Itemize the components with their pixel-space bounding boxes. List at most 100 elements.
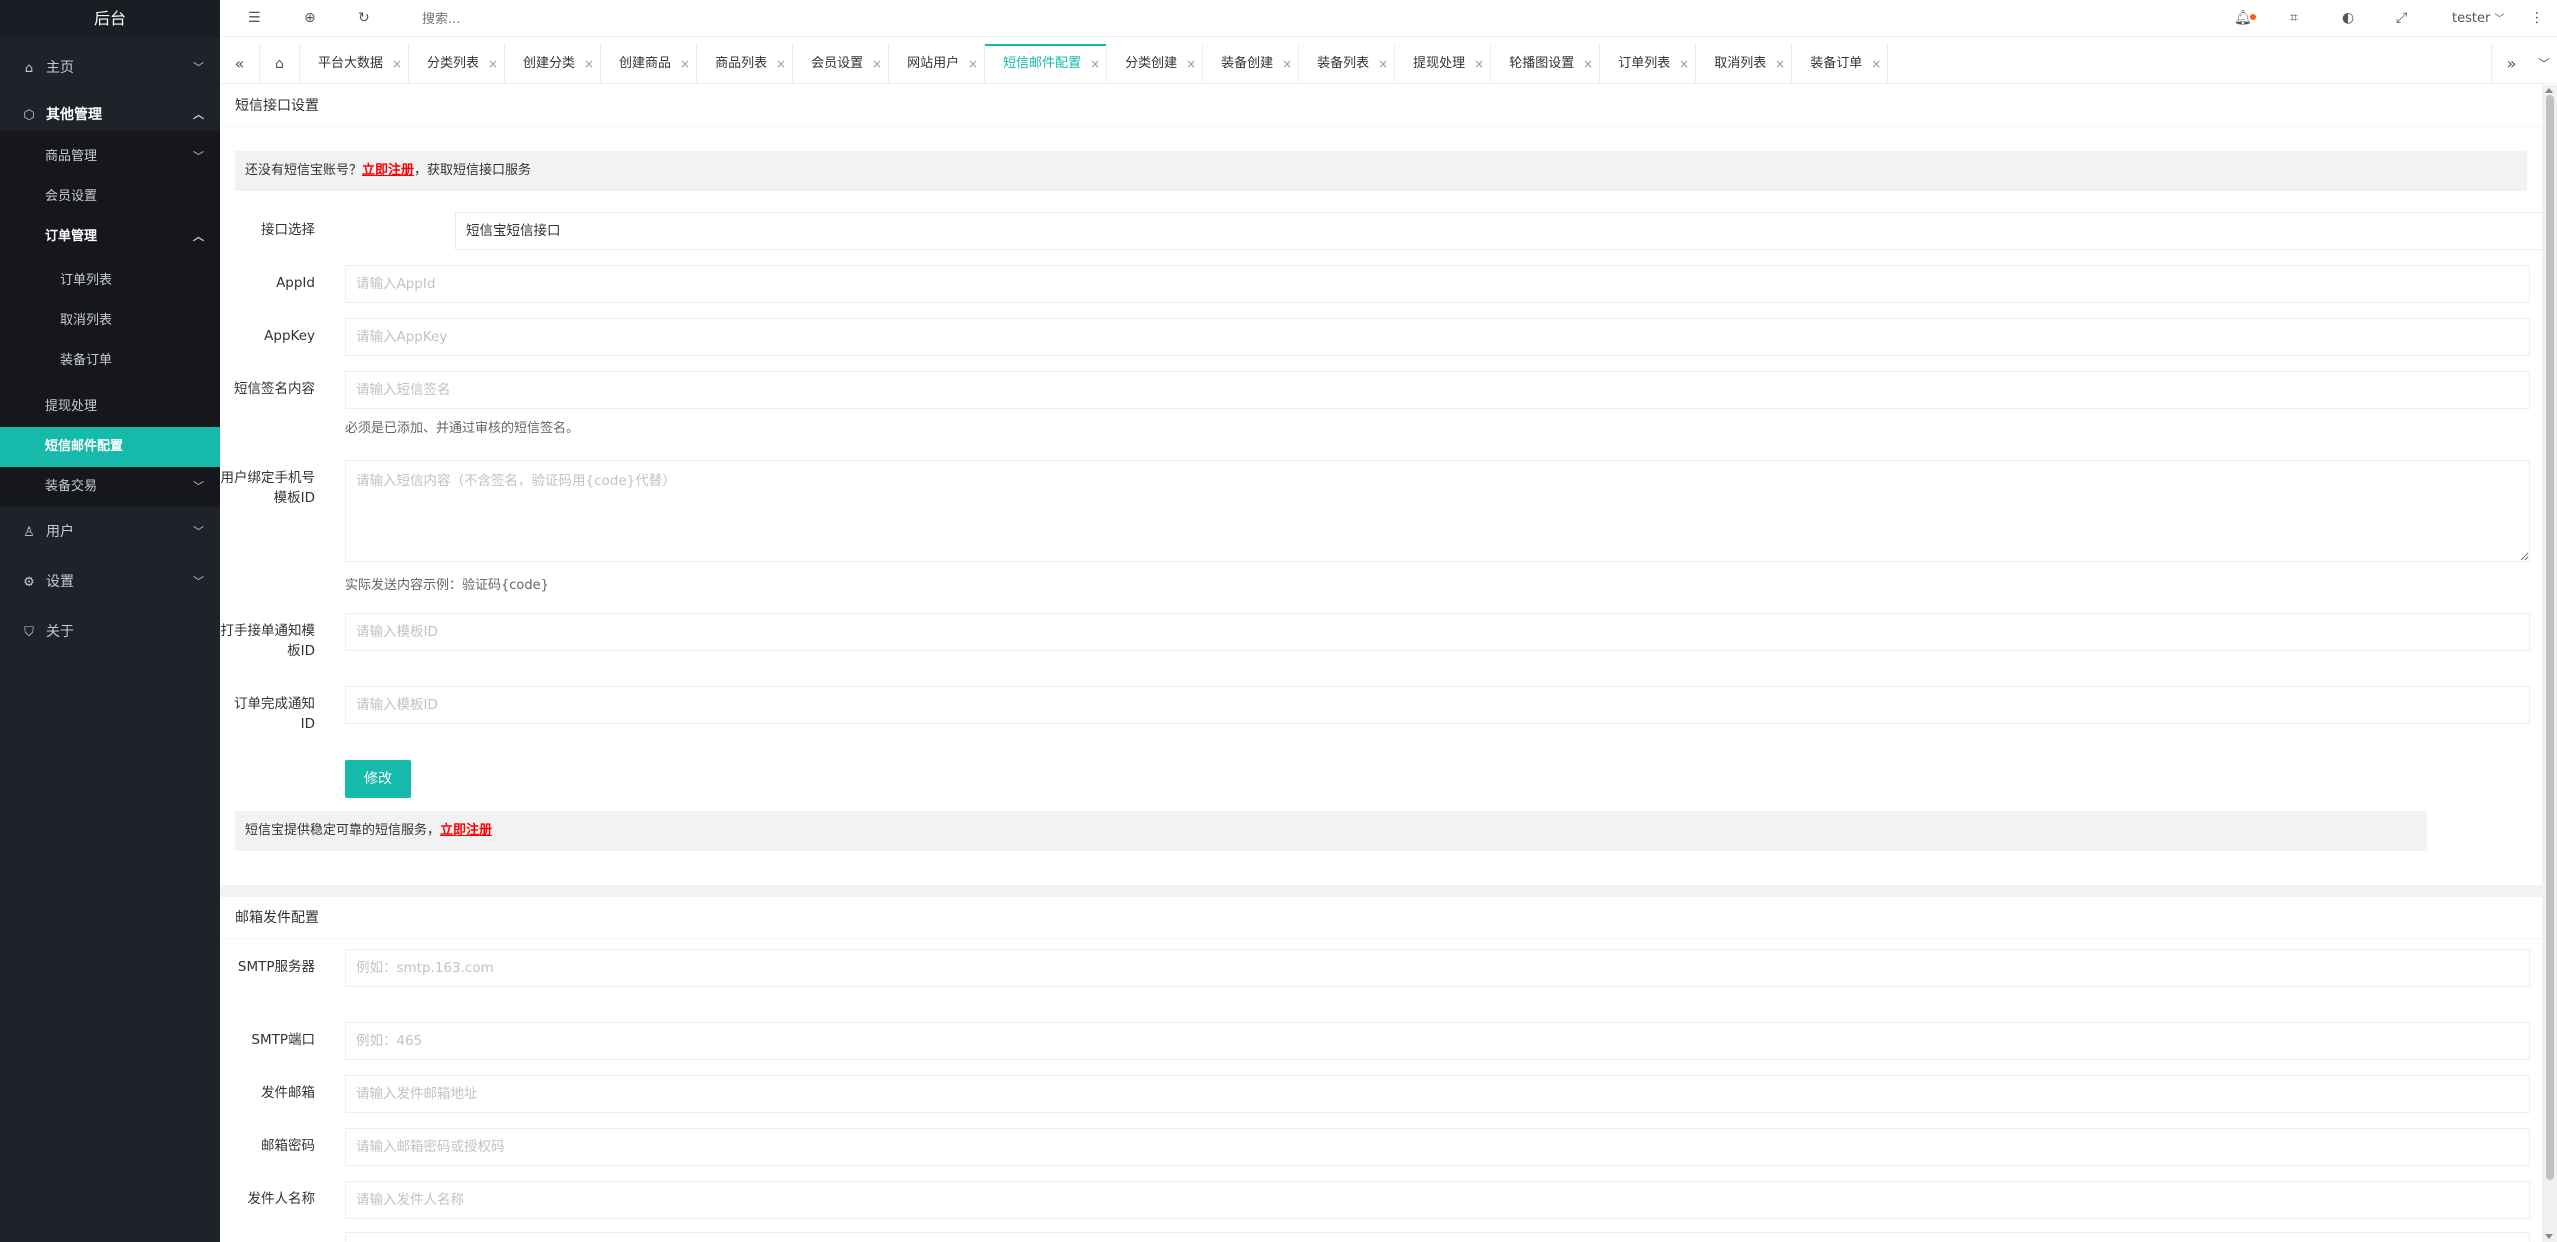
smtp-input[interactable] [345,949,2530,987]
close-icon[interactable]: × [1186,44,1196,84]
tab-2[interactable]: 创建分类 × [505,44,602,84]
tab-label: 装备订单 [1810,56,1863,71]
sidebar-item-about[interactable]: ⛉ 关于 [0,607,220,657]
sidebar: 后台 ⌂ 主页 ﹀ ⬡ 其他管理 ︿ 商品管理 ﹀ 会员设置 订单管理 ︿ 订单列表… [0,0,220,1242]
complete-template-input[interactable] [345,686,2530,724]
tab-5[interactable]: 会员设置 × [793,44,890,84]
appid-input[interactable] [345,265,2530,303]
tabs-scroll-left-icon[interactable]: « [220,44,260,84]
mail-settings-card: 邮箱发件配置 SMTP服务器 SMTP端口 发件邮箱 邮箱密码 发件人名称 [220,897,2542,1242]
close-icon[interactable]: × [584,44,594,84]
notice-text: ，获取短信接口服务 [414,163,532,178]
submit-button[interactable]: 修改 [345,760,411,798]
tab-label: 轮播图设置 [1509,56,1575,71]
tab-label: 分类创建 [1125,56,1178,71]
close-icon[interactable]: × [392,44,402,84]
sidebar-item-label: 订单列表 [60,273,113,288]
theme-icon[interactable]: ◐ [2342,0,2354,37]
tabs-scroll-right-icon[interactable]: » [2491,44,2531,84]
interface-select[interactable]: 短信宝短信接口 [455,212,2557,250]
search-input[interactable] [422,9,622,29]
tag-icon[interactable]: ⌗ [2290,0,2298,37]
tab-14[interactable]: 取消列表 × [1696,44,1793,84]
tab-4[interactable]: 商品列表 × [697,44,794,84]
register-link-footer[interactable]: 立即注册 [440,823,492,838]
tab-10[interactable]: 装备列表 × [1299,44,1396,84]
close-icon[interactable]: × [776,44,786,84]
close-icon[interactable]: × [968,44,978,84]
password-input[interactable] [345,1128,2530,1166]
appkey-label: AppKey [264,328,315,344]
close-icon[interactable]: × [1679,44,1689,84]
tab-6[interactable]: 网站用户 × [889,44,986,84]
tab-0[interactable]: 平台大数据 × [300,44,410,84]
tab-12[interactable]: 轮播图设置 × [1491,44,1601,84]
sms-card-title: 短信接口设置 [220,85,2542,127]
tab-7[interactable]: 短信邮件配置 × [985,44,1108,84]
sidebar-item-sms-mail[interactable]: 短信邮件配置 [0,427,220,467]
user-menu[interactable]: tester ﹀ [2452,0,2504,37]
sidebar-item-orders[interactable]: 订单管理 ︿ [0,217,220,257]
tab-1[interactable]: 分类列表 × [409,44,506,84]
close-icon[interactable]: × [1474,44,1484,84]
refresh-icon[interactable]: ↻ [358,0,370,37]
close-icon[interactable]: × [1871,44,1881,84]
form-row-sign: 短信签名内容 必须是已添加、并通过审核的短信签名。 [220,371,2542,441]
tab-list: 平台大数据 × 分类列表 × 创建分类 × 创建商品 × 商品列表 × 会员设置 × 网站用户 × 短信邮件… [300,44,1889,84]
sidebar-item-equip-trade[interactable]: 装备交易 ﹀ [0,467,220,507]
tab-8[interactable]: 分类创建 × [1107,44,1204,84]
register-link[interactable]: 立即注册 [362,163,414,178]
tab-9[interactable]: 装备创建 × [1203,44,1300,84]
cube-icon: ⬡ [23,108,35,123]
accept-template-input[interactable] [345,613,2530,651]
sign-label: 短信签名内容 [234,381,315,397]
sidebar-item-order-list[interactable]: 订单列表 [0,261,220,301]
port-label: SMTP端口 [251,1032,315,1048]
close-icon[interactable]: × [680,44,690,84]
globe-icon[interactable]: ⊕ [304,0,316,37]
close-icon[interactable]: × [1775,44,1785,84]
bind-template-textarea[interactable] [345,460,2530,562]
sms-footer-notice: 短信宝提供稳定可靠的短信服务，立即注册 [235,811,2427,851]
tab-11[interactable]: 提现处理 × [1395,44,1492,84]
chevron-up-icon: ︿ [193,108,204,121]
sidebar-item-settings[interactable]: ⚙ 设置 ﹀ [0,557,220,607]
next-input-partial[interactable] [345,1232,2530,1242]
tab-13[interactable]: 订单列表 × [1600,44,1697,84]
sidebar-item-equip-order[interactable]: 装备订单 [0,341,220,381]
fullscreen-icon[interactable]: ⤢ [2396,0,2407,37]
sms-settings-card: 短信接口设置 还没有短信宝账号？立即注册，获取短信接口服务 接口选择 短信宝短信… [220,85,2557,885]
close-icon[interactable]: × [1282,44,1292,84]
sidebar-item-member[interactable]: 会员设置 [0,177,220,217]
tab-label: 创建商品 [619,56,672,71]
more-icon[interactable]: ⋮ [2530,0,2544,37]
bell-icon[interactable]: 🔔︎ [2234,0,2256,37]
scroll-down-icon[interactable] [2545,1234,2553,1239]
sign-input[interactable] [345,371,2530,409]
sender-name-input[interactable] [345,1181,2530,1219]
close-icon[interactable]: × [488,44,498,84]
sidebar-item-label: 取消列表 [60,313,113,328]
close-icon[interactable]: × [1583,44,1593,84]
app-logo[interactable]: 后台 [0,0,220,37]
menu-toggle-icon[interactable]: ☰ [248,0,261,37]
sidebar-item-users[interactable]: ♙ 用户 ﹀ [0,507,220,557]
scrollbar-thumb[interactable] [2546,95,2554,1180]
scroll-up-icon[interactable] [2545,88,2553,93]
home-tab-icon[interactable]: ⌂ [260,44,300,84]
appkey-input[interactable] [345,318,2530,356]
close-icon[interactable]: × [1378,44,1388,84]
sidebar-item-home[interactable]: ⌂ 主页 ﹀ [0,37,220,99]
tab-15[interactable]: 装备订单 × [1792,44,1889,84]
close-icon[interactable]: × [872,44,882,84]
port-input[interactable] [345,1022,2530,1060]
sender-input[interactable] [345,1075,2530,1113]
tab-3[interactable]: 创建商品 × [601,44,698,84]
tabs-menu-chevron-icon[interactable]: ﹀ [2531,44,2557,84]
sidebar-item-goods[interactable]: 商品管理 ﹀ [0,137,220,177]
page-scrollbar[interactable] [2542,85,2557,1242]
sidebar-item-other[interactable]: ⬡ 其他管理 ︿ [0,99,220,131]
sidebar-item-cancel-list[interactable]: 取消列表 [0,301,220,341]
sidebar-item-withdraw[interactable]: 提现处理 [0,387,220,427]
close-icon[interactable]: × [1090,44,1100,84]
